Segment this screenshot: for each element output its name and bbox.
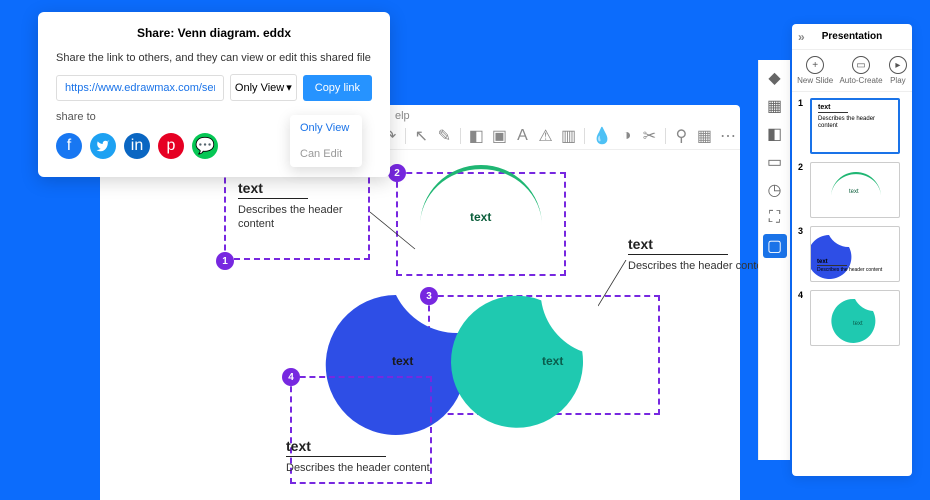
perm-option-only-view[interactable]: Only View [290, 115, 362, 141]
slide-4-thumb[interactable]: text [810, 290, 900, 346]
menu-help-label[interactable]: elp [395, 110, 410, 122]
chart-icon[interactable]: ▥ [561, 127, 576, 145]
right-icon-strip: ◆ ▦ ◧ ▭ ◷ ⛶ ▢ [758, 60, 790, 460]
search-icon[interactable]: ⚲ [674, 127, 689, 145]
image-icon[interactable]: ▣ [492, 127, 507, 145]
grid-icon[interactable]: ▦ [697, 127, 712, 145]
slide-list: 1 text Describes the header content 2 te… [792, 92, 912, 476]
play-button[interactable]: ▸Play [889, 56, 907, 85]
slide-1-thumb[interactable]: text Describes the header content [810, 98, 900, 154]
page-icon[interactable]: ▭ [763, 150, 787, 174]
presentation-title: Presentation [822, 31, 883, 42]
permission-dropdown: Only View Can Edit [290, 115, 362, 167]
new-slide-button[interactable]: +New Slide [797, 56, 833, 85]
presentation-panel: » Presentation +New Slide ▭Auto-Create ▸… [792, 24, 912, 476]
layers-icon[interactable]: ◧ [763, 122, 787, 146]
layer-icon[interactable]: ◧ [469, 127, 484, 145]
callout-box-1[interactable]: text Describes the header content [224, 168, 370, 260]
pinterest-icon[interactable]: p [158, 133, 184, 159]
fill-icon[interactable]: ◑ [619, 127, 634, 145]
callout-1-body: Describes the header content [238, 203, 356, 232]
twitter-icon[interactable] [90, 133, 116, 159]
copy-link-button[interactable]: Copy link [303, 75, 372, 101]
callout-4-body: Describes the header content [286, 461, 446, 475]
crop-icon[interactable]: ✂ [642, 127, 657, 145]
connector-line-1 [370, 194, 430, 258]
auto-create-button[interactable]: ▭Auto-Create [839, 56, 882, 85]
callout-1-header: text [238, 180, 356, 196]
paint-icon[interactable]: ◆ [763, 66, 787, 90]
cursor-icon[interactable]: ↖ [414, 127, 429, 145]
slide-1[interactable]: 1 text Describes the header content [798, 98, 906, 154]
top-toolbar: ↶ ↷ ↖ ✎ ◧ ▣ A ⚠ ▥ 💧 ◑ ✂ ⚲ ▦ ⋯ [355, 122, 740, 150]
callout-3-body: Describes the header content [628, 259, 778, 273]
facebook-icon[interactable]: f [56, 133, 82, 159]
share-dialog-title: Share: Venn diagram. eddx [56, 26, 372, 40]
pen-icon[interactable]: ✎ [437, 127, 452, 145]
apps-icon[interactable]: ▦ [763, 94, 787, 118]
collapse-icon[interactable]: » [798, 30, 805, 44]
callout-3-header: text [628, 236, 778, 252]
expand-icon[interactable]: ⛶ [763, 206, 787, 230]
connector-line-3 [598, 260, 648, 310]
slide-4[interactable]: 4 text [798, 290, 906, 346]
slide-3[interactable]: 3 text Describes the header content [798, 226, 906, 282]
perm-option-can-edit[interactable]: Can Edit [290, 141, 362, 167]
slide-2[interactable]: 2 text [798, 162, 906, 218]
callout-4-text: text Describes the header content [286, 438, 446, 475]
permission-select[interactable]: Only View▾ [230, 74, 297, 101]
warning-icon[interactable]: ⚠ [538, 127, 553, 145]
drop-icon[interactable]: 💧 [593, 127, 611, 145]
share-dialog-desc: Share the link to others, and they can v… [56, 52, 372, 64]
badge-4: 4 [282, 368, 300, 386]
callout-4-header: text [286, 438, 446, 454]
linkedin-icon[interactable]: in [124, 133, 150, 159]
diagram-canvas[interactable]: text Describes the header content 1 2 te… [100, 150, 740, 500]
slide-2-thumb[interactable]: text [810, 162, 900, 218]
line-icon[interactable]: 💬 [192, 133, 218, 159]
slide-3-thumb[interactable]: text Describes the header content [810, 226, 900, 282]
chevron-down-icon: ▾ [286, 81, 292, 94]
venn-shape-teal[interactable] [448, 290, 598, 440]
callout-3-text: text Describes the header content [628, 236, 778, 273]
share-link-input[interactable] [56, 75, 224, 101]
clock-icon[interactable]: ◷ [763, 178, 787, 202]
more-icon[interactable]: ⋯ [720, 127, 736, 145]
venn-shape-green-label: text [470, 210, 491, 224]
venn-shape-teal-label: text [542, 354, 563, 368]
badge-1: 1 [216, 252, 234, 270]
venn-shape-blue-label: text [392, 354, 413, 368]
text-icon[interactable]: A [515, 127, 530, 145]
presentation-icon[interactable]: ▢ [763, 234, 787, 258]
